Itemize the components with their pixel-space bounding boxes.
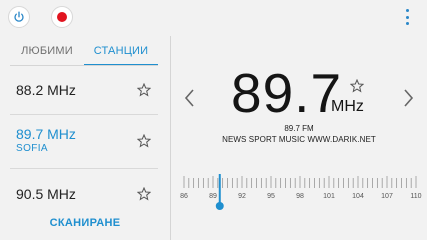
- frequency-unit: MHz: [331, 98, 364, 115]
- station-frequency: 90.5 MHz: [16, 186, 76, 202]
- star-icon[interactable]: [137, 187, 151, 201]
- station-item[interactable]: 90.5 MHz: [0, 171, 170, 207]
- station-name: SOFIA: [16, 143, 49, 154]
- station-frequency: 89.7 MHz: [16, 126, 76, 142]
- power-icon: [14, 11, 24, 22]
- scale-label: 92: [238, 193, 246, 200]
- frequency-band-label: 89.7 FM: [284, 124, 314, 133]
- frequency-scale-graphic: 86 89 92 95 98 101 104 107 110: [180, 174, 422, 210]
- chevron-left-icon[interactable]: [182, 86, 198, 110]
- more-vertical-icon: [405, 9, 409, 12]
- tab-stations[interactable]: СТАНЦИИ: [84, 36, 158, 66]
- scale-label: 110: [410, 193, 421, 200]
- star-icon[interactable]: [137, 83, 151, 97]
- scale-label: 101: [323, 193, 335, 200]
- station-list-panel: ЛЮБИМИ СТАНЦИИ 88.2 MHz 89.7 MHz SOFIA 9…: [0, 36, 170, 240]
- power-button[interactable]: [8, 6, 30, 28]
- list-divider: [10, 168, 158, 169]
- tab-divider: [10, 65, 158, 66]
- station-item[interactable]: 89.7 MHz SOFIA: [0, 116, 170, 166]
- scale-label: 89: [209, 193, 217, 200]
- rds-text: NEWS SPORT MUSIC WWW.DARIK.NET: [222, 135, 376, 144]
- scale-label: 95: [267, 193, 275, 200]
- tuner-panel: 89.7 MHz 89.7 FM NEWS SPORT MUSIC WWW.DA…: [171, 36, 427, 240]
- tab-favorites[interactable]: ЛЮБИМИ: [10, 36, 84, 66]
- record-button[interactable]: [51, 6, 73, 28]
- list-divider: [10, 114, 158, 115]
- scale-label: 104: [352, 193, 364, 200]
- star-icon[interactable]: [137, 134, 151, 148]
- more-options-button[interactable]: [403, 9, 411, 25]
- scale-label: 86: [180, 193, 188, 200]
- station-frequency: 88.2 MHz: [16, 82, 76, 98]
- current-frequency: 89.7: [231, 62, 343, 124]
- scale-label: 107: [381, 193, 393, 200]
- top-bar: [0, 0, 427, 34]
- scan-button[interactable]: СКАНИРАНЕ: [0, 211, 170, 235]
- tab-bar: ЛЮБИМИ СТАНЦИИ: [10, 36, 158, 66]
- record-icon: [57, 12, 67, 22]
- frequency-scale[interactable]: 86 89 92 95 98 101 104 107 110: [171, 172, 427, 232]
- station-item[interactable]: 88.2 MHz: [0, 69, 170, 111]
- scale-label: 98: [296, 193, 304, 200]
- chevron-right-icon[interactable]: [400, 86, 416, 110]
- favorite-star-icon[interactable]: [350, 79, 364, 93]
- tuner-handle[interactable]: [215, 202, 224, 210]
